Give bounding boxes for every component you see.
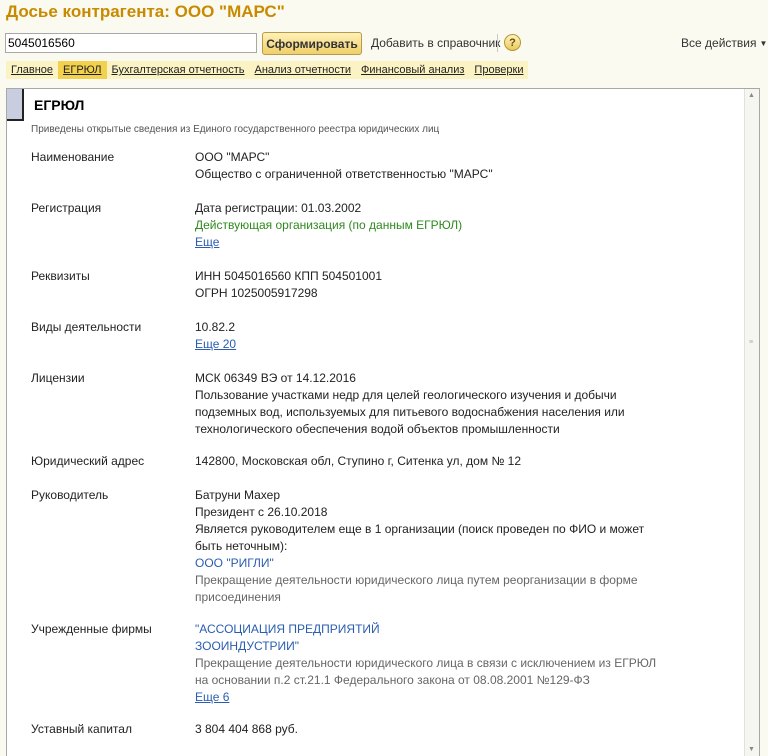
registration-date: Дата регистрации: 01.03.2002 <box>195 201 362 215</box>
related-org-link[interactable]: ООО "РИГЛИ" <box>195 555 715 572</box>
report-panel: ЕГРЮЛ Приведены открытые сведения из Еди… <box>6 88 760 756</box>
generate-button[interactable]: Сформировать <box>262 32 362 55</box>
label-address: Юридический адрес <box>31 454 145 468</box>
all-actions-label: Все действия <box>681 36 757 50</box>
director-note-1: Является руководителем еще в 1 организац… <box>195 522 645 536</box>
scroll-up-icon[interactable]: ▲ <box>748 92 755 99</box>
add-to-directory-button[interactable]: Добавить в справочник <box>371 36 500 50</box>
label-licenses: Лицензии <box>31 371 85 385</box>
director-name: Батруни Махер <box>195 488 281 502</box>
activity-code: 10.82.2 <box>195 320 236 334</box>
tab-accounting[interactable]: Бухгалтерская отчетность <box>107 61 250 79</box>
founded-org-status-1: Прекращение деятельности юридического ли… <box>195 656 657 670</box>
label-name: Наименование <box>31 150 115 164</box>
section-title: ЕГРЮЛ <box>34 97 85 113</box>
all-actions-menu[interactable]: Все действия ▼ <box>681 36 767 50</box>
scroll-grip-icon[interactable]: ≡ <box>749 339 755 347</box>
founded-org-name-2[interactable]: ЗООИНДУСТРИИ" <box>195 638 715 655</box>
toolbar-divider <box>497 34 498 52</box>
tab-egrul[interactable]: ЕГРЮЛ <box>58 61 107 79</box>
license-number: МСК 06349 ВЭ от 14.12.2016 <box>195 371 356 385</box>
page-title: Досье контрагента: ООО "МАРС" <box>6 2 285 21</box>
registration-more-link[interactable]: Еще <box>195 235 219 249</box>
label-activities: Виды деятельности <box>31 320 142 334</box>
license-desc-1: Пользование участками недр для целей гео… <box>195 388 617 402</box>
label-capital: Уставный капитал <box>31 722 132 736</box>
label-requisites: Реквизиты <box>31 269 90 283</box>
founded-org-status-2: на основании п.2 ст.21.1 Федерального за… <box>195 673 590 687</box>
short-name: ООО "МАРС" <box>195 150 270 164</box>
registration-status: Действующая организация (по данным ЕГРЮЛ… <box>195 218 463 232</box>
label-registration: Регистрация <box>31 201 102 215</box>
legal-address: 142800, Московская обл, Ступино г, Ситен… <box>195 454 521 468</box>
label-director: Руководитель <box>31 488 109 502</box>
section-description: Приведены открытые сведения из Единого г… <box>31 124 440 135</box>
tab-bar: Главное ЕГРЮЛ Бухгалтерская отчетность А… <box>6 61 529 79</box>
scroll-down-icon[interactable]: ▼ <box>748 746 755 753</box>
tab-analysis[interactable]: Анализ отчетности <box>250 61 357 79</box>
search-input[interactable] <box>5 33 257 53</box>
full-name: Общество с ограниченной ответственностью… <box>195 167 493 181</box>
license-desc-3: технологического обеспечения водой объек… <box>195 422 560 436</box>
tab-main[interactable]: Главное <box>6 61 58 79</box>
section-marker <box>7 89 24 121</box>
ogrn: ОГРН 1025005917298 <box>195 286 318 300</box>
founded-more-link[interactable]: Еще 6 <box>195 690 229 704</box>
label-founded: Учрежденные фирмы <box>31 622 152 636</box>
director-position: Президент с 26.10.2018 <box>195 505 328 519</box>
authorized-capital: 3 804 404 868 руб. <box>195 722 298 736</box>
tab-checks[interactable]: Проверки <box>469 61 528 79</box>
founded-org-name-1[interactable]: "АССОЦИАЦИЯ ПРЕДПРИЯТИЙ <box>195 621 715 638</box>
vertical-scrollbar[interactable]: ▲ ≡ ▼ <box>744 89 759 756</box>
help-icon[interactable]: ? <box>504 34 521 51</box>
activities-more-link[interactable]: Еще 20 <box>195 337 236 351</box>
tab-financial[interactable]: Финансовый анализ <box>356 61 469 79</box>
inn-kpp: ИНН 5045016560 КПП 504501001 <box>195 269 383 283</box>
related-org-status-2: присоединения <box>195 590 281 604</box>
related-org-status-1: Прекращение деятельности юридического ли… <box>195 573 638 587</box>
license-desc-2: подземных вод, используемых для питьевог… <box>195 405 625 419</box>
chevron-down-icon: ▼ <box>759 39 768 48</box>
director-note-2: быть неточным): <box>195 539 288 553</box>
